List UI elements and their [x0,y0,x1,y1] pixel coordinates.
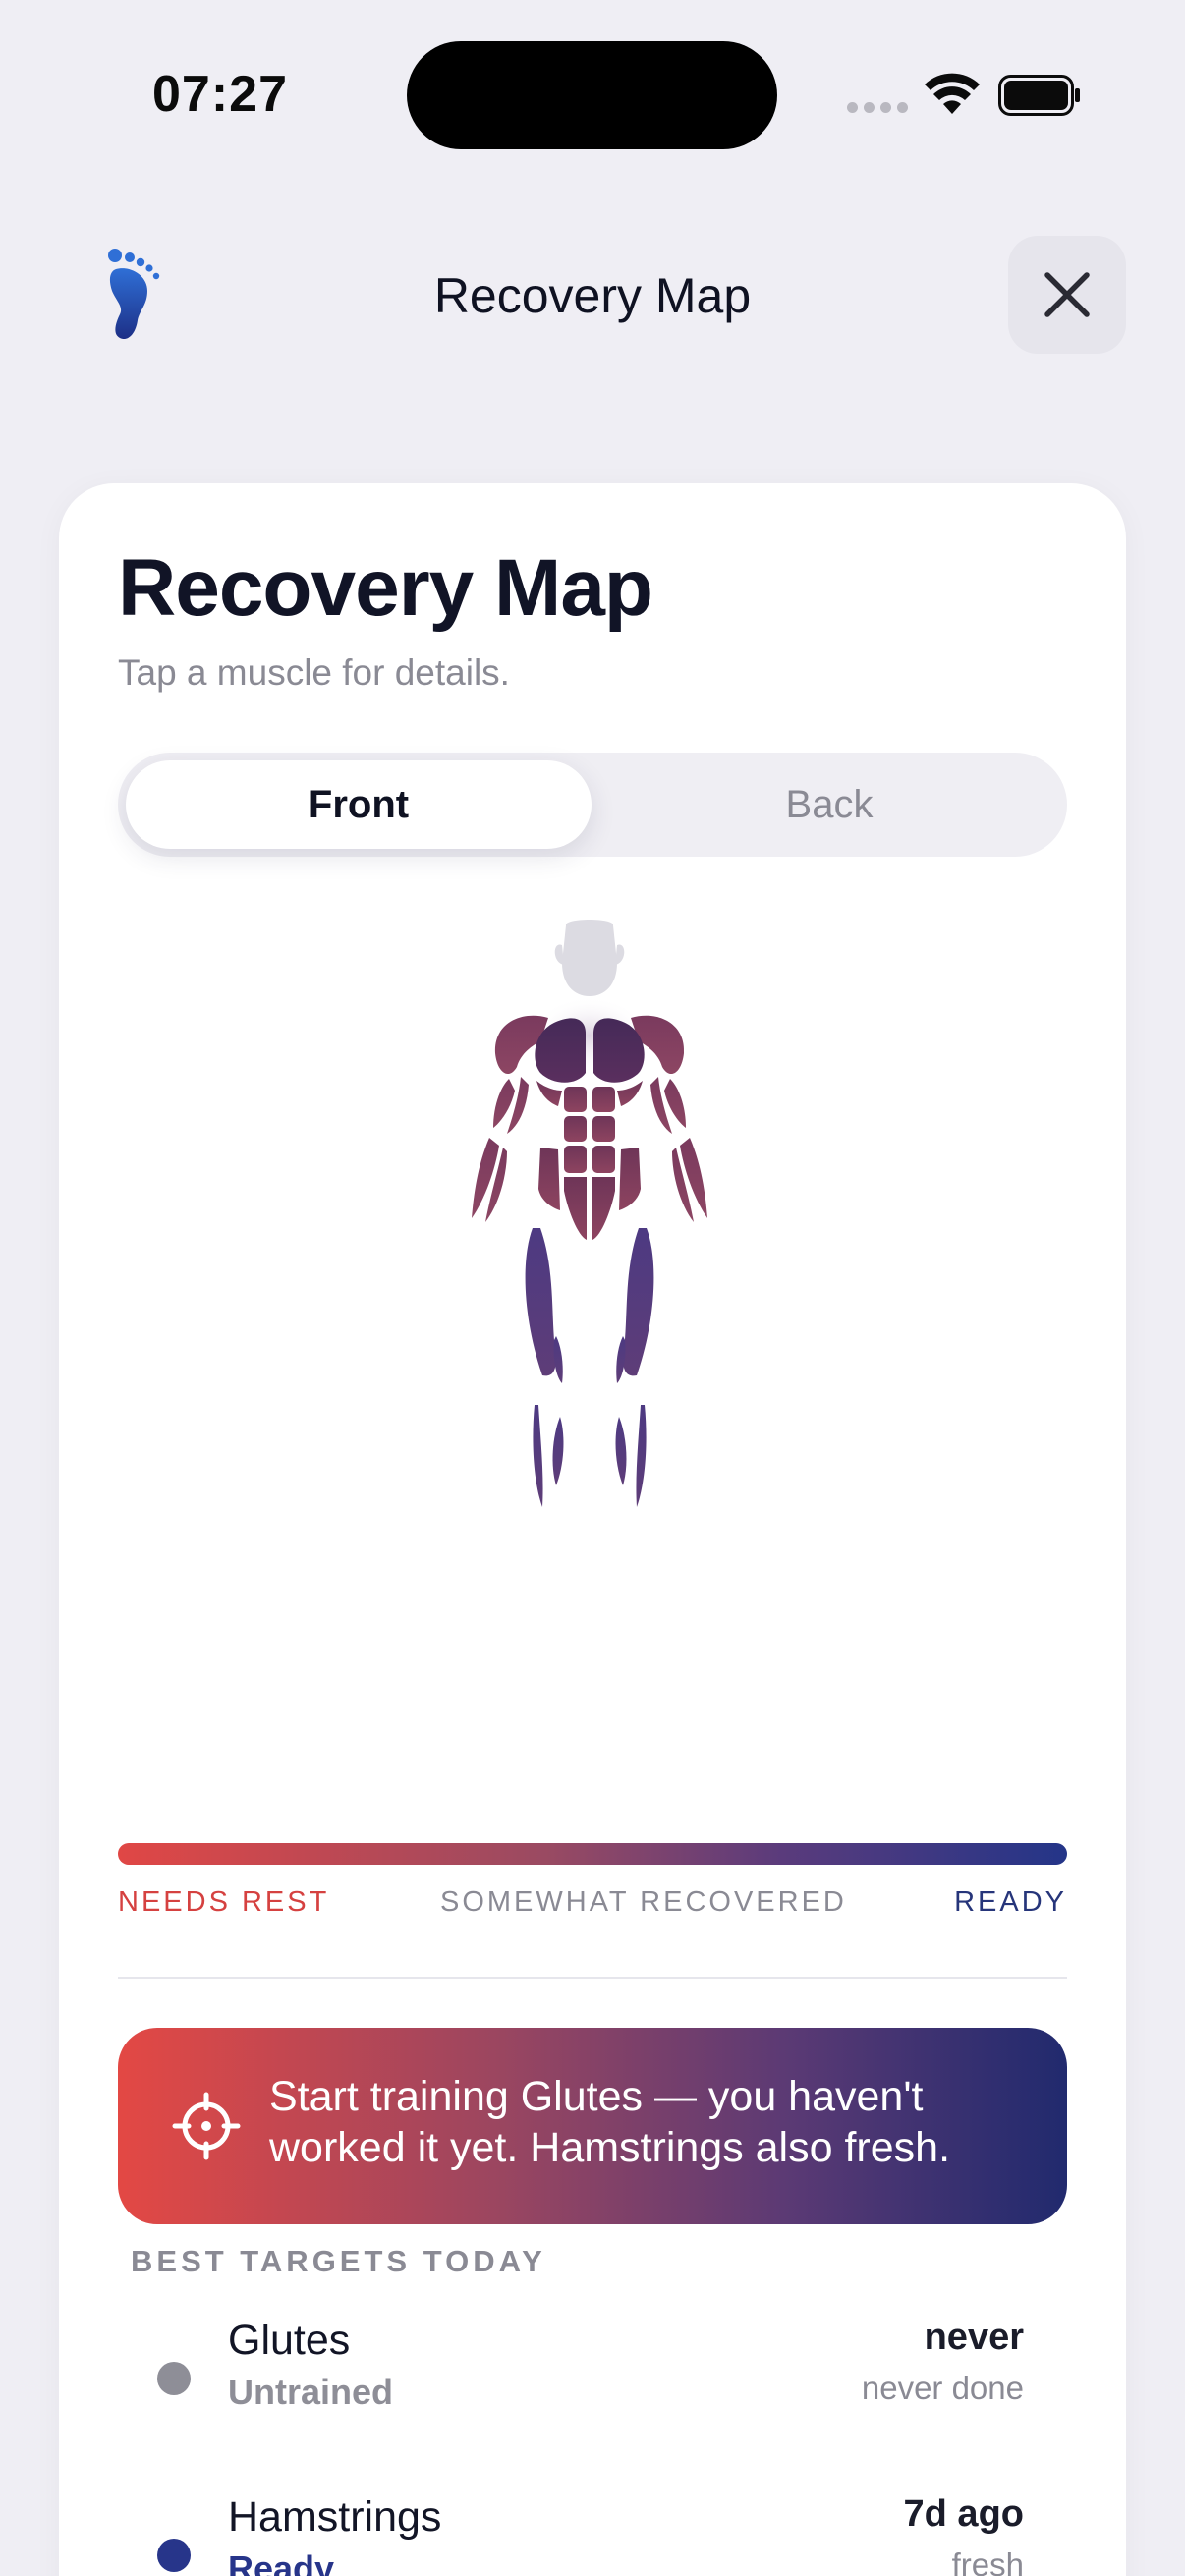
dynamic-island [407,41,777,149]
muscle-left-oblique[interactable] [538,1148,560,1210]
muscle-left-serratus[interactable] [536,1081,562,1106]
muscle-right-forearm[interactable] [680,1138,707,1218]
last-trained-detail: fresh [951,2547,1024,2576]
muscle-abs[interactable] [564,1087,615,1240]
scale-label-needs-rest: NEEDS REST [118,1886,330,1918]
muscle-status: Untrained [228,2372,394,2412]
muscle-right-shin[interactable] [636,1405,647,1507]
card-title: Recovery Map [118,543,653,633]
target-item-glutes[interactable]: Glutes Untrained never never done [118,2317,1067,2454]
best-targets-heading: BEST TARGETS TODAY [131,2244,546,2278]
muscle-right-quad[interactable] [623,1228,654,1376]
muscle-right-calf[interactable] [615,1417,627,1485]
close-button[interactable] [1008,236,1126,354]
muscle-status: Ready [228,2548,335,2576]
recovery-card: Recovery Map Tap a muscle for details. F… [59,483,1126,2576]
muscle-left-quad-inner[interactable] [553,1336,563,1383]
muscle-body-map [472,920,707,1507]
segment-front[interactable]: Front [126,760,592,849]
muscle-name: Hamstrings [228,2493,442,2541]
last-trained-detail: never done [861,2370,1024,2406]
divider [118,1977,1067,1979]
view-segmented-control: Front Back [118,753,1067,857]
muscle-left-forearm[interactable] [472,1138,499,1218]
battery-icon [998,75,1080,116]
recovery-scale-labels: NEEDS REST SOMEWHAT RECOVERED READY [118,1886,1067,1926]
segment-back[interactable]: Back [599,760,1059,849]
cellular-signal-icon [847,102,908,113]
muscle-left-calf[interactable] [552,1417,564,1485]
last-trained: never [924,2317,1024,2358]
status-bar: 07:27 [0,0,1185,187]
recovery-scale-bar [118,1843,1067,1865]
crosshair-target-icon [172,2092,241,2160]
muscle-right-quad-inner[interactable] [616,1336,626,1383]
muscle-left-quad[interactable] [525,1228,556,1376]
scale-label-somewhat: SOMEWHAT RECOVERED [440,1886,847,1918]
status-dot [157,2362,191,2395]
wifi-icon [925,73,980,114]
last-trained: 7d ago [903,2493,1024,2535]
muscle-left-shin[interactable] [533,1405,543,1507]
recommendation-banner[interactable]: Start training Glutes — you haven't work… [118,2028,1067,2224]
muscle-right-oblique[interactable] [619,1148,641,1210]
status-time: 07:27 [152,66,288,123]
muscle-right-serratus[interactable] [617,1081,643,1106]
close-icon [1044,272,1090,317]
target-item-hamstrings[interactable]: Hamstrings Ready 7d ago fresh [118,2493,1067,2576]
muscle-name: Glutes [228,2317,351,2364]
status-dot [157,2539,191,2572]
scale-label-ready: READY [954,1886,1067,1918]
card-subtitle: Tap a muscle for details. [118,652,510,693]
banner-text: Start training Glutes — you haven't work… [269,2073,951,2171]
